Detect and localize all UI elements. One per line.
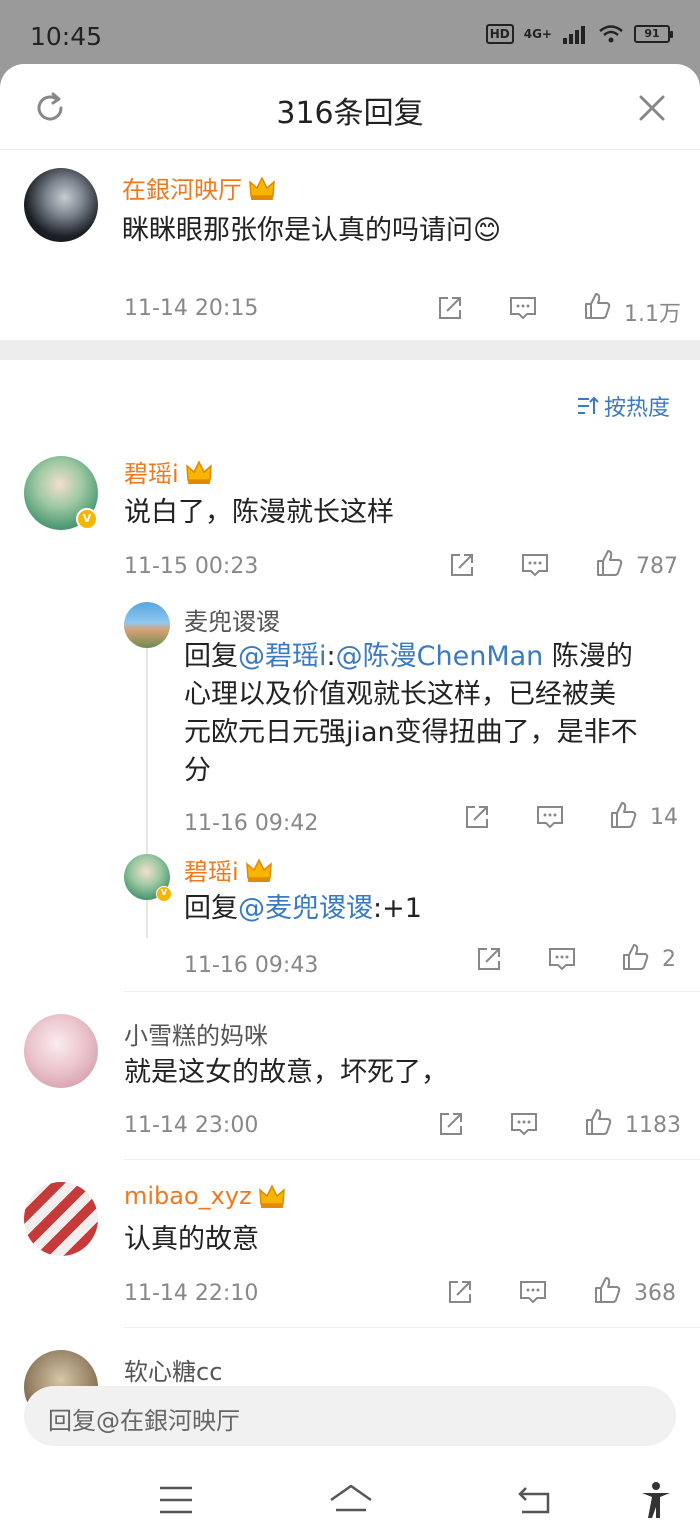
like-count: 368 [634,1281,676,1306]
hd-icon: HD [485,24,514,44]
username-text: 麦兜谡谡 [184,608,280,636]
divider [124,991,700,992]
avatar[interactable] [24,1014,98,1088]
verified-badge-icon: V [156,886,172,902]
comment-text: 认真的故意 [124,1224,259,1255]
comment-username[interactable]: mibao_xyz [124,1182,286,1210]
reply-line: 心理以及价值观就长这样，已经被美 [184,679,616,710]
root-comment-text: 眯眯眼那张你是认真的吗请问😊 [122,215,502,246]
share-icon[interactable] [447,550,477,580]
signal-icon [563,26,585,44]
menu-icon[interactable] [156,1480,196,1520]
reply-prefix: 回复 [184,641,238,672]
reply-line-rest: 陈漫的 [543,641,633,672]
system-nav-bar [0,1462,700,1540]
like-count: 2 [662,947,676,972]
crown-badge-icon [258,1184,285,1208]
reply-username[interactable]: 麦兜谡谡 [184,602,280,637]
close-icon[interactable] [634,90,670,126]
reply-input[interactable]: 回复@在銀河映厅 [24,1386,676,1446]
reply-time: 11-16 09:43 [184,953,319,978]
comment-icon[interactable] [518,1277,548,1307]
like-count: 1183 [625,1113,681,1138]
reply-rest: :+1 [373,893,422,924]
comment-icon[interactable] [520,550,550,580]
battery-icon: 91 [634,25,673,43]
reply-text: 回复@碧瑶i:@陈漫ChenMan 陈漫的 心理以及价值观就长这样，已经被美 元… [184,638,684,790]
like-count: 1.1万 [624,302,681,327]
like-count: 14 [650,805,678,830]
divider [124,1327,700,1328]
like-icon[interactable] [583,1107,613,1137]
status-icons: HD 4G+ 91 [485,24,673,44]
root-comment-username[interactable]: 在銀河映厅 [122,170,276,205]
share-icon[interactable] [435,293,465,323]
verified-badge-icon: V [76,508,98,530]
wifi-icon [599,25,623,43]
reply-time: 11-16 09:42 [184,811,319,836]
like-count: 787 [636,554,678,579]
comment-icon[interactable] [508,293,538,323]
mention-link[interactable]: @碧瑶i [238,641,327,672]
reply-text: 回复@麦兜谡谡:+1 [184,890,422,928]
reply-input-placeholder: 回复@在銀河映厅 [48,1407,240,1435]
reply-prefix: 回复 [184,893,238,924]
page-title: 316条回复 [276,96,424,131]
comment-username[interactable]: 小雪糕的妈咪 [124,1016,268,1051]
reply-username[interactable]: 碧瑶i [184,852,273,887]
comment-time: 11-15 00:23 [124,554,259,579]
share-icon[interactable] [445,1277,475,1307]
crown-badge-icon [245,857,272,882]
like-icon[interactable] [620,942,650,972]
username-text: mibao_xyz [124,1182,252,1210]
crown-badge-icon [249,175,275,200]
share-icon[interactable] [462,802,492,832]
sort-button[interactable]: 按热度 [576,390,670,422]
divider [124,1159,700,1160]
comment-text: 说白了，陈漫就长这样 [124,497,394,528]
section-divider [0,340,700,360]
reply-line: 回复@碧瑶i:@陈漫ChenMan 陈漫的 [184,638,684,676]
reply-colon: : [326,641,336,672]
comment-icon[interactable] [535,802,565,832]
avatar[interactable] [24,1182,98,1256]
replies-sheet: 316条回复 在銀河映厅 眯眯眼那张你是认真的吗请问😊 11-14 20:15 … [0,64,700,1540]
mention-link[interactable]: @陈漫ChenMan [336,641,544,672]
comment-icon[interactable] [509,1109,539,1139]
crown-badge-icon [185,459,212,484]
status-bar: 10:45 HD 4G+ 91 [0,0,700,64]
sort-icon [577,396,599,414]
reply-line: 分 [184,755,211,786]
status-time: 10:45 [30,22,103,51]
avatar[interactable] [24,168,98,242]
comment-time: 11-14 23:00 [124,1113,259,1138]
sheet-header: 316条回复 [0,64,700,150]
username-text: 碧瑶i [124,460,179,488]
comment-time: 11-14 22:10 [124,1281,259,1306]
comment-username[interactable]: 碧瑶i [124,454,213,489]
username-text: 碧瑶i [184,858,239,886]
username-text: 软心糖cc [124,1358,223,1386]
like-icon[interactable] [582,291,612,321]
like-icon[interactable] [608,800,638,830]
share-icon[interactable] [436,1109,466,1139]
accessibility-icon[interactable] [636,1480,676,1520]
comment-username[interactable]: 软心糖cc [124,1352,222,1387]
share-icon[interactable] [474,944,504,974]
comment-text: 就是这女的故意，坏死了， [124,1057,448,1088]
home-icon[interactable] [328,1480,374,1520]
reply-line: 元欧元日元强jian变得扭曲了，是非不 [184,717,638,748]
root-comment-time: 11-14 20:15 [124,296,259,321]
sort-label: 按热度 [603,396,670,421]
like-icon[interactable] [594,548,624,578]
comment-icon[interactable] [547,944,577,974]
like-icon[interactable] [592,1275,622,1305]
username-text: 在銀河映厅 [122,176,242,204]
network-label: 4G+ [523,27,552,41]
mention-link[interactable]: @麦兜谡谡 [238,893,373,924]
avatar[interactable] [124,602,170,648]
back-icon[interactable] [514,1480,554,1520]
username-text: 小雪糕的妈咪 [124,1022,268,1050]
